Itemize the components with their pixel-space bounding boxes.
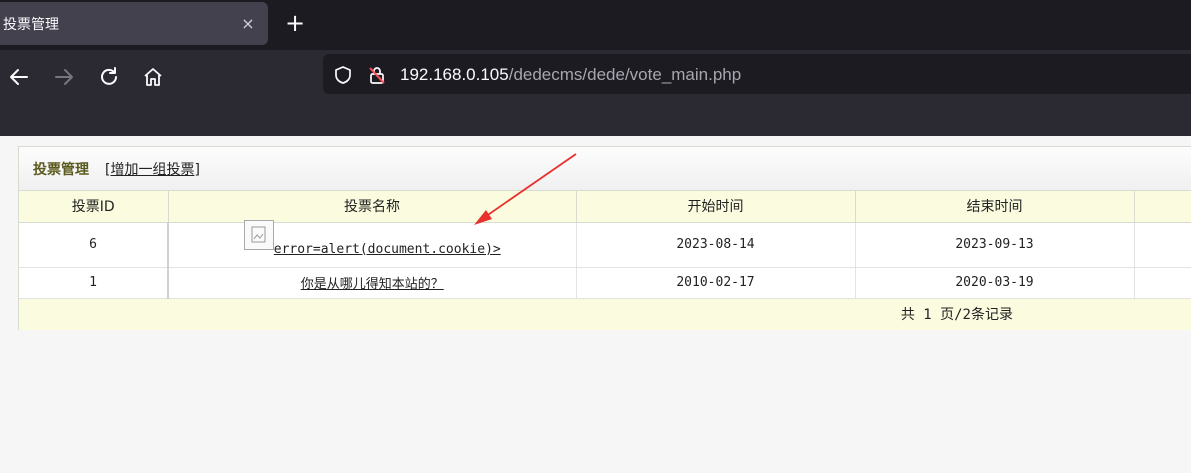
vote-table: 投票ID 投票名称 开始时间 结束时间 6 error=alert(docume… [19, 191, 1191, 299]
forward-button[interactable] [49, 62, 79, 92]
vote-panel: 投票管理 [增加一组投票] 投票ID 投票名称 开始时间 结束时间 6 erro… [18, 146, 1191, 330]
add-vote-link[interactable]: 增加一组投票 [110, 162, 194, 178]
header-extra [1134, 191, 1191, 223]
table-row: 1 你是从哪儿得知本站的？ 2010-02-17 2020-03-19 [19, 267, 1191, 299]
reload-button[interactable] [94, 62, 124, 92]
pagination-footer: 共 1 页/2条记录 [19, 298, 1191, 330]
bracket-close: ] [194, 161, 200, 178]
url-text[interactable]: 192.168.0.105/dedecms/dede/vote_main.php [400, 65, 741, 85]
tab-close-icon[interactable]: × [228, 14, 268, 33]
header-end-time: 结束时间 [855, 191, 1135, 223]
table-header-row: 投票ID 投票名称 开始时间 结束时间 [19, 191, 1191, 223]
pagination-text: 共 1 页/2条记录 [900, 307, 1013, 323]
vote-name-link[interactable]: 你是从哪儿得知本站的？ [301, 277, 444, 292]
add-vote-wrapper: [增加一组投票] [105, 159, 200, 179]
vote-id-cell: 6 [19, 222, 169, 268]
end-time-cell: 2023-09-13 [855, 222, 1135, 268]
forward-arrow-icon [55, 69, 73, 85]
page-title: 投票管理 [33, 161, 89, 178]
shield-icon[interactable] [332, 64, 354, 86]
vote-name-cell: 你是从哪儿得知本站的？ [168, 267, 577, 299]
tab-title: 投票管理 [3, 16, 59, 33]
panel-header: 投票管理 [增加一组投票] [19, 147, 1191, 191]
vote-name-link[interactable]: error=alert(document.cookie)> [274, 242, 501, 257]
home-button[interactable] [138, 62, 168, 92]
table-row: 6 error=alert(document.cookie)> 2023-08-… [19, 219, 1191, 268]
url-path: /dedecms/dede/vote_main.php [508, 65, 742, 84]
broken-image-icon [243, 219, 274, 250]
reload-icon [101, 67, 117, 85]
tab-bar: 投票管理 × + [0, 0, 1191, 50]
url-bar[interactable]: 192.168.0.105/dedecms/dede/vote_main.php [323, 54, 1191, 94]
back-arrow-icon [10, 69, 28, 85]
active-tab[interactable]: 投票管理 × [0, 2, 268, 45]
home-icon [144, 68, 162, 86]
nav-bar: 192.168.0.105/dedecms/dede/vote_main.php [0, 50, 1191, 136]
back-button[interactable] [4, 62, 34, 92]
header-vote-id: 投票ID [19, 191, 169, 223]
header-vote-name: 投票名称 [168, 191, 577, 223]
url-host: 192.168.0.105 [400, 65, 509, 84]
new-tab-button[interactable]: + [280, 6, 310, 40]
start-time-cell: 2023-08-14 [576, 222, 856, 268]
end-time-cell: 2020-03-19 [855, 267, 1135, 299]
vote-name-cell: error=alert(document.cookie)> [168, 219, 577, 268]
vote-id-cell: 1 [19, 267, 169, 299]
insecure-lock-icon[interactable] [366, 64, 388, 86]
extra-cell [1134, 222, 1191, 268]
start-time-cell: 2010-02-17 [576, 267, 856, 299]
extra-cell [1134, 267, 1191, 299]
header-start-time: 开始时间 [576, 191, 856, 223]
